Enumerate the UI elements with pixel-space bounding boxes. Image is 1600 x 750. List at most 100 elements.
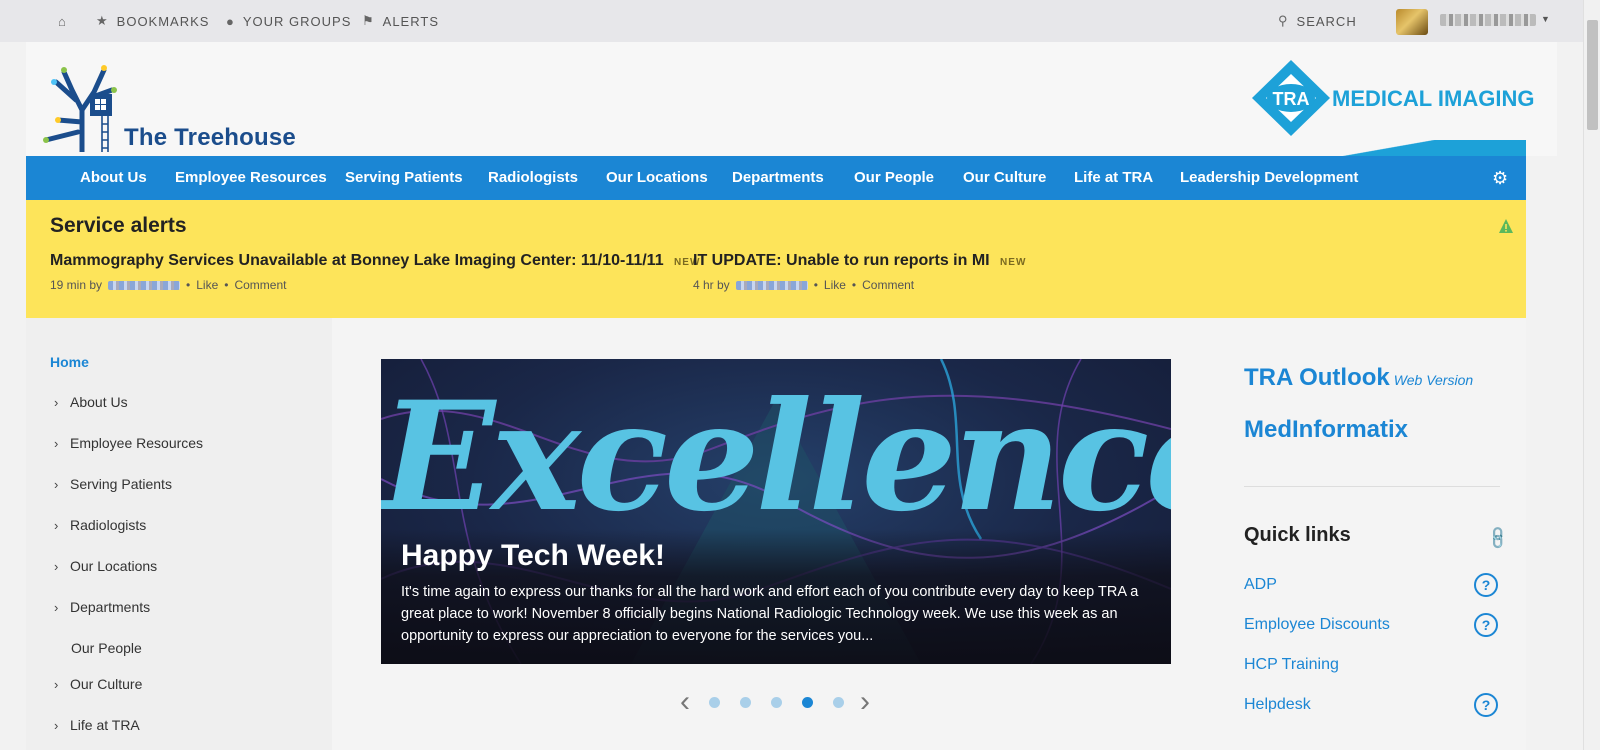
sidebar-item-serving-patients[interactable]: › Serving Patients (54, 476, 172, 492)
nav-our-people[interactable]: Our People (854, 156, 934, 200)
nav-radiologists[interactable]: Radiologists (488, 156, 578, 200)
nav-employee-resources[interactable]: Employee Resources (175, 156, 327, 200)
separator-dot: • (813, 278, 818, 292)
chevron-right-icon[interactable]: › (54, 600, 70, 615)
outlook-label: TRA Outlook (1244, 364, 1390, 391)
home-link[interactable]: ⌂ (58, 0, 67, 42)
sidebar-item-departments[interactable]: › Departments (54, 599, 150, 615)
chevron-right-icon[interactable]: › (54, 559, 70, 574)
user-name[interactable] (1440, 14, 1536, 26)
quick-link-adp[interactable]: ADP (1244, 576, 1277, 594)
help-icon[interactable]: ? (1474, 613, 1498, 637)
right-sidebar: TRA Outlook Web Version MedInformatix Qui… (1222, 318, 1526, 750)
search-label: SEARCH (1296, 13, 1357, 29)
sidebar-item-employee-resources[interactable]: › Employee Resources (54, 435, 203, 451)
chevron-right-icon[interactable]: › (54, 477, 70, 492)
sidebar-item-our-culture[interactable]: › Our Culture (54, 676, 142, 692)
hero-title[interactable]: Happy Tech Week! (401, 539, 665, 573)
alerts-link[interactable]: ⚑ ALERTS (362, 0, 439, 42)
carousel-dot[interactable] (833, 697, 844, 708)
search-icon: ⚲ (1278, 13, 1289, 28)
quick-link-helpdesk[interactable]: Helpdesk (1244, 696, 1311, 714)
sidebar-item-label: Departments (70, 599, 151, 615)
bookmarks-link[interactable]: ★ BOOKMARKS (96, 0, 209, 42)
service-alerts: Service alerts Mammography Services Unav… (26, 200, 1526, 318)
avatar[interactable] (1396, 9, 1428, 35)
quick-link-hcp-training[interactable]: HCP Training (1244, 656, 1339, 674)
service-alerts-title: Service alerts (50, 214, 187, 237)
nav-departments[interactable]: Departments (732, 156, 824, 200)
nav-our-culture[interactable]: Our Culture (963, 156, 1046, 200)
alert-item: IT UPDATE: Unable to run reports in MI N… (693, 252, 1026, 292)
chevron-right-icon[interactable]: › (54, 395, 70, 410)
like-link[interactable]: Like (824, 278, 846, 292)
chevron-right-icon[interactable]: › (860, 687, 870, 717)
comment-link[interactable]: Comment (234, 278, 286, 292)
top-utility-bar: ⌂ ★ BOOKMARKS ● YOUR GROUPS ⚑ ALERTS ⚲ S… (0, 0, 1583, 42)
site-name[interactable]: The Treehouse (124, 124, 296, 152)
home-icon: ⌂ (58, 13, 67, 29)
sidebar-item-our-people[interactable]: Our People (71, 640, 142, 656)
separator-dot: • (186, 278, 191, 292)
carousel-dot-active[interactable] (802, 697, 813, 708)
carousel-dot[interactable] (709, 697, 720, 708)
sidebar-item-our-locations[interactable]: › Our Locations (54, 558, 157, 574)
chevron-right-icon[interactable]: › (54, 677, 70, 692)
sidebar-item-label: Our Culture (70, 676, 143, 692)
alerts-label: ALERTS (382, 13, 439, 29)
new-badge: NEW (1000, 257, 1027, 268)
sidebar-item-label: Our People (71, 640, 142, 656)
quick-link-employee-discounts[interactable]: Employee Discounts (1244, 616, 1390, 634)
alert-headline[interactable]: Mammography Services Unavailable at Bonn… (50, 252, 664, 269)
author-link[interactable] (735, 280, 808, 290)
outlook-web-version[interactable]: Web Version (1394, 372, 1473, 388)
help-icon[interactable]: ? (1474, 693, 1498, 717)
nav-serving-patients[interactable]: Serving Patients (345, 156, 463, 200)
help-icon[interactable]: ? (1474, 573, 1498, 597)
chevron-right-icon[interactable]: › (54, 436, 70, 451)
outlook-link[interactable]: TRA Outlook Web Version (1244, 364, 1473, 392)
divider (1244, 486, 1500, 487)
alert-headline[interactable]: IT UPDATE: Unable to run reports in MI (693, 252, 990, 269)
sidebar-item-label: Our Locations (70, 558, 158, 574)
treehouse-logo-icon[interactable] (38, 60, 128, 152)
alert-time: 4 hr by (693, 278, 730, 292)
chevron-down-icon[interactable]: ▼ (1541, 14, 1550, 24)
search-link[interactable]: ⚲ SEARCH (1278, 0, 1357, 42)
alert-time: 19 min by (50, 278, 103, 292)
your-groups-link[interactable]: ● YOUR GROUPS (226, 0, 351, 42)
warning-icon (1499, 219, 1513, 233)
comment-link[interactable]: Comment (862, 278, 914, 292)
user-icon: ● (226, 13, 235, 29)
flag-icon: ⚑ (362, 13, 375, 28)
chevron-right-icon[interactable]: › (54, 518, 70, 533)
page-scrollbar[interactable] (1583, 0, 1600, 750)
chevron-left-icon[interactable]: ‹ (680, 687, 690, 717)
nav-about-us[interactable]: About Us (80, 156, 147, 200)
like-link[interactable]: Like (196, 278, 218, 292)
carousel-dot[interactable] (740, 697, 751, 708)
medinformatix-link[interactable]: MedInformatix (1244, 416, 1408, 444)
separator-dot: • (851, 278, 857, 292)
nav-our-locations[interactable]: Our Locations (606, 156, 708, 200)
left-sidebar: Home › About Us › Employee Resources › S… (26, 318, 332, 750)
hero-word: Excellence (381, 369, 1171, 545)
hero-carousel-slide[interactable]: Excellence Happy Tech Week! It's time ag… (381, 359, 1171, 664)
gear-icon[interactable]: ⚙ (1492, 156, 1508, 200)
sidebar-item-label: Serving Patients (70, 476, 172, 492)
sidebar-item-radiologists[interactable]: › Radiologists (54, 517, 146, 533)
sidebar-item-life-at-tra[interactable]: › Life at TRA (54, 717, 140, 733)
carousel-dot[interactable] (771, 697, 782, 708)
nav-leadership-development[interactable]: Leadership Development (1180, 156, 1358, 200)
sidebar-item-about-us[interactable]: › About Us (54, 394, 128, 410)
author-link[interactable] (108, 280, 181, 290)
scrollbar-thumb[interactable] (1587, 20, 1598, 130)
header-wedge (1206, 140, 1526, 156)
bookmarks-label: BOOKMARKS (116, 13, 210, 29)
nav-life-at-tra[interactable]: Life at TRA (1074, 156, 1153, 200)
link-icon: 🔗 (1485, 525, 1512, 552)
tra-logo-icon[interactable]: TRA (1250, 58, 1332, 138)
chevron-right-icon[interactable]: › (54, 718, 70, 733)
sidebar-item-home[interactable]: Home (50, 354, 89, 370)
main-nav: About Us Employee Resources Serving Pati… (26, 156, 1526, 200)
